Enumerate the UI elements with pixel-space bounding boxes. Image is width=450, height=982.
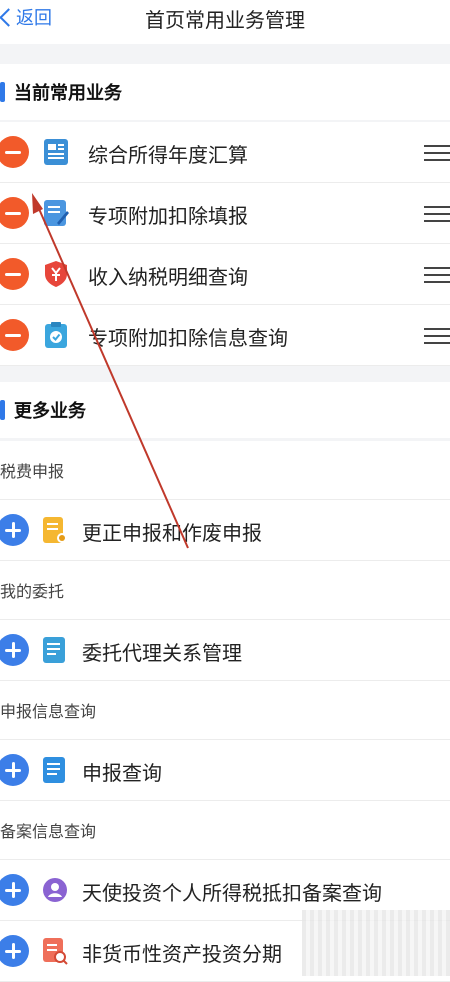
current-item-row[interactable]: 专项附加扣除填报 <box>0 183 450 244</box>
top-nav-bar: 返回 首页常用业务管理 <box>0 0 450 44</box>
remove-button[interactable] <box>0 319 29 351</box>
item-label: 专项附加扣除填报 <box>88 204 248 228</box>
drag-handle-icon[interactable] <box>424 267 450 285</box>
remove-button[interactable] <box>0 136 29 168</box>
drag-handle-icon[interactable] <box>424 328 450 346</box>
current-item-row[interactable]: 专项附加扣除信息查询 <box>0 305 450 366</box>
clipboard-check-icon <box>45 322 67 348</box>
category-label: 备案信息查询 <box>0 822 97 841</box>
more-item-row[interactable]: 申报查询 <box>0 740 450 801</box>
category-header: 我的委托 <box>0 561 450 620</box>
section-title: 更多业务 <box>14 401 86 422</box>
edit-document-icon <box>44 200 69 226</box>
agency-document-icon <box>43 637 65 663</box>
category-label: 税费申报 <box>0 462 65 481</box>
current-item-row[interactable]: 综合所得年度汇算 <box>0 122 450 183</box>
add-button[interactable] <box>0 874 29 906</box>
item-label: 非货币性资产投资分期 <box>82 942 282 966</box>
report-grid-icon <box>44 139 68 165</box>
item-label: 更正申报和作废申报 <box>82 521 262 545</box>
correction-document-icon <box>43 517 67 543</box>
item-label: 天使投资个人所得税抵扣备案查询 <box>82 881 382 905</box>
category-header: 申报信息查询 <box>0 681 450 740</box>
add-button[interactable] <box>0 754 29 786</box>
drag-handle-icon[interactable] <box>424 145 450 163</box>
more-item-row[interactable]: 更正申报和作废申报 <box>0 500 450 561</box>
more-item-row[interactable]: 委托代理关系管理 <box>0 620 450 681</box>
drag-handle-icon[interactable] <box>424 206 450 224</box>
add-button[interactable] <box>0 514 29 546</box>
category-label: 申报信息查询 <box>0 702 97 721</box>
section-marker <box>0 400 5 420</box>
section-title: 当前常用业务 <box>14 83 122 104</box>
remove-button[interactable] <box>0 197 29 229</box>
item-label: 委托代理关系管理 <box>82 641 242 665</box>
yuan-shield-icon <box>45 261 67 287</box>
section-current: 当前常用业务 <box>0 64 450 120</box>
item-label: 专项附加扣除信息查询 <box>88 326 288 350</box>
angel-person-icon <box>43 878 67 902</box>
section-marker <box>0 82 5 102</box>
category-label: 我的委托 <box>0 582 65 601</box>
asset-search-icon <box>43 938 68 965</box>
declaration-document-icon <box>43 757 65 783</box>
current-item-row[interactable]: 收入纳税明细查询 <box>0 244 450 305</box>
item-label: 综合所得年度汇算 <box>88 143 248 167</box>
category-header: 备案信息查询 <box>0 801 450 860</box>
watermark <box>302 910 450 976</box>
add-button[interactable] <box>0 634 29 666</box>
category-header: 税费申报 <box>0 441 450 500</box>
item-label: 收入纳税明细查询 <box>88 265 248 289</box>
add-button[interactable] <box>0 935 29 967</box>
remove-button[interactable] <box>0 258 29 290</box>
page-title: 首页常用业务管理 <box>145 8 305 32</box>
section-more: 更多业务 <box>0 382 450 438</box>
item-label: 申报查询 <box>82 761 162 785</box>
